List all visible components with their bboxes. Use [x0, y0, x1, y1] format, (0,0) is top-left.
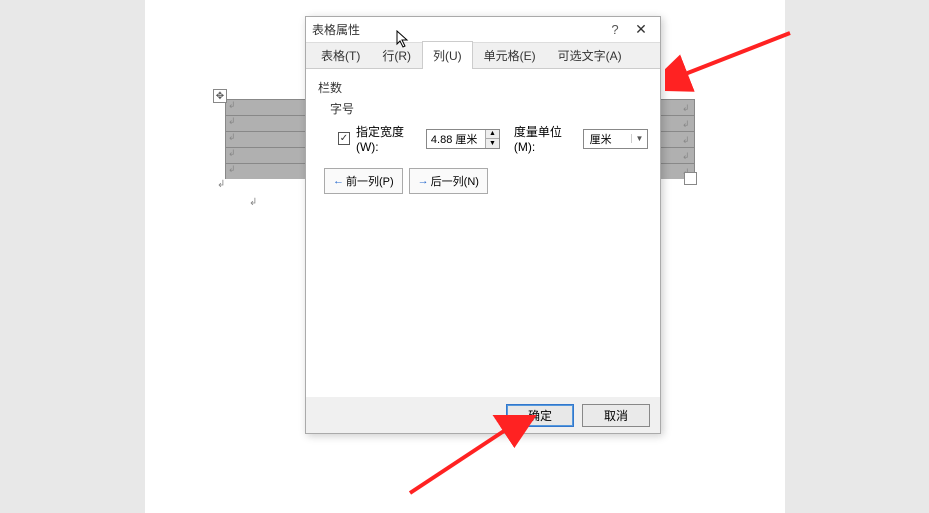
dialog-title: 表格属性 — [312, 21, 602, 38]
next-column-button[interactable]: → 后一列(N) — [409, 168, 488, 194]
column-nav-buttons: ← 前一列(P) → 后一列(N) — [324, 168, 648, 194]
table-properties-dialog: 表格属性 ? ✕ 表格(T) 行(R) 列(U) 单元格(E) 可选文字(A) … — [305, 16, 661, 434]
arrow-right-icon: → — [418, 175, 429, 187]
tab-column[interactable]: 列(U) — [422, 41, 473, 69]
prev-column-button[interactable]: ← 前一列(P) — [324, 168, 403, 194]
specify-width-label: 指定宽度(W): — [356, 123, 420, 154]
row-end-marks: ↲↲↲↲↲ — [682, 100, 690, 180]
column-tab-content: 栏数 字号 ✓ 指定宽度(W): ▲ ▼ 度量单位(M): 厘米 ▼ ← 前一 — [306, 68, 660, 412]
width-row: ✓ 指定宽度(W): ▲ ▼ 度量单位(M): 厘米 ▼ — [338, 123, 648, 154]
dialog-titlebar: 表格属性 ? ✕ — [306, 17, 660, 43]
dialog-tabs: 表格(T) 行(R) 列(U) 单元格(E) 可选文字(A) — [306, 43, 660, 69]
table-move-handle[interactable]: ✥ — [213, 89, 227, 103]
table-resize-handle[interactable] — [684, 172, 697, 185]
paragraph-mark: ↲ — [249, 197, 257, 208]
width-input[interactable] — [427, 130, 485, 148]
group-label: 栏数 — [318, 79, 648, 96]
help-button[interactable]: ? — [602, 22, 628, 37]
ok-button[interactable]: 确定 — [506, 404, 574, 427]
close-button[interactable]: ✕ — [628, 21, 654, 38]
paragraph-mark: ↲ — [217, 179, 237, 190]
specify-width-checkbox[interactable]: ✓ — [338, 132, 350, 145]
unit-select-value: 厘米 — [584, 131, 631, 147]
spinner-up[interactable]: ▲ — [486, 130, 499, 140]
dialog-footer: 确定 取消 — [306, 397, 660, 433]
tab-cell[interactable]: 单元格(E) — [473, 41, 547, 69]
cancel-button[interactable]: 取消 — [582, 404, 650, 427]
subgroup-label: 字号 — [330, 100, 648, 117]
width-spinner: ▲ ▼ — [426, 129, 500, 149]
unit-select[interactable]: 厘米 ▼ — [583, 129, 648, 149]
tab-alt-text[interactable]: 可选文字(A) — [547, 41, 633, 69]
spinner-down[interactable]: ▼ — [486, 139, 499, 148]
chevron-down-icon: ▼ — [631, 134, 647, 143]
tab-table[interactable]: 表格(T) — [310, 41, 371, 69]
tab-row[interactable]: 行(R) — [371, 41, 422, 69]
unit-label: 度量单位(M): — [514, 123, 577, 154]
arrow-left-icon: ← — [333, 175, 344, 187]
